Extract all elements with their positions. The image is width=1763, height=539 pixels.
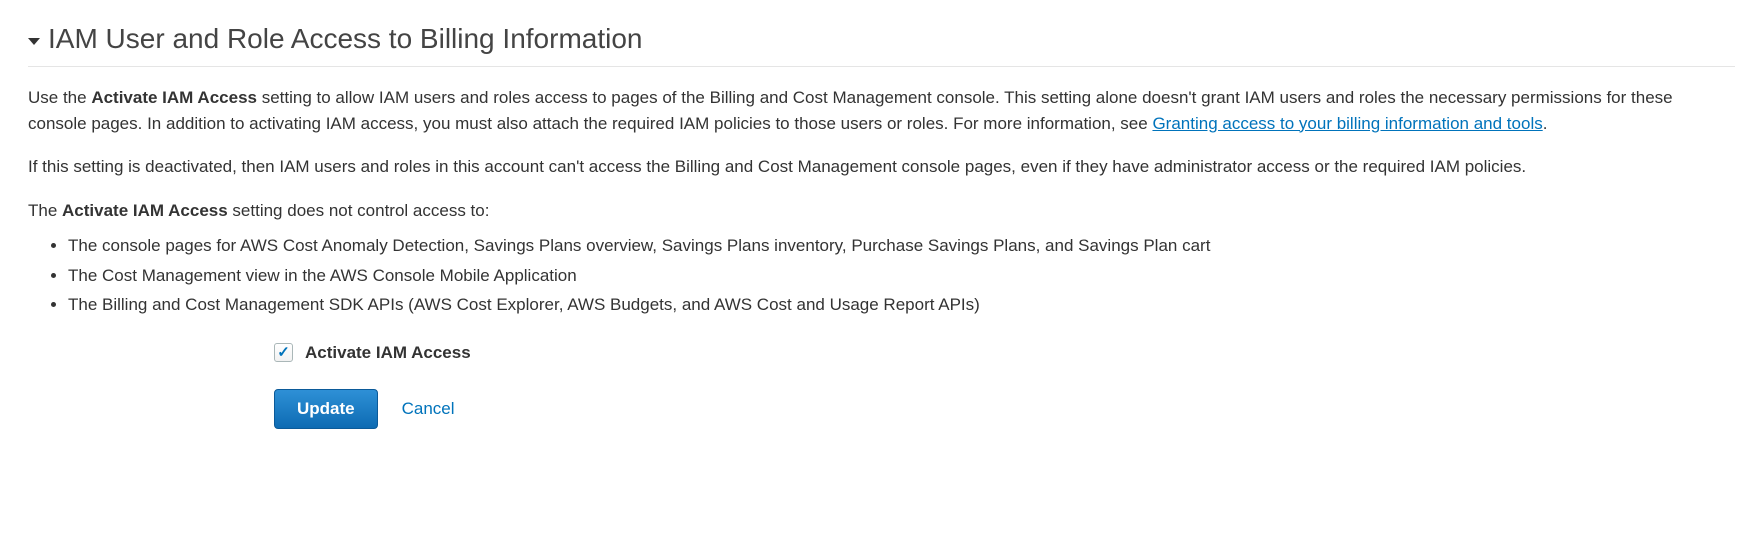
description-paragraph-2: If this setting is deactivated, then IAM… <box>28 154 1735 180</box>
list-item: The Cost Management view in the AWS Cons… <box>68 263 1735 289</box>
update-button[interactable]: Update <box>274 389 378 429</box>
text-segment: . <box>1543 114 1548 133</box>
text-segment: Use the <box>28 88 91 107</box>
button-row: Update Cancel <box>274 389 1735 429</box>
check-icon: ✓ <box>277 345 290 360</box>
cancel-link[interactable]: Cancel <box>402 396 455 422</box>
text-segment: The <box>28 201 62 220</box>
bold-text: Activate IAM Access <box>91 88 257 107</box>
billing-info-link[interactable]: Granting access to your billing informat… <box>1152 114 1542 133</box>
caret-down-icon <box>28 38 40 45</box>
section-title: IAM User and Role Access to Billing Info… <box>48 18 642 60</box>
description-paragraph-3: The Activate IAM Access setting does not… <box>28 198 1735 224</box>
list-item: The console pages for AWS Cost Anomaly D… <box>68 233 1735 259</box>
exclusions-list: The console pages for AWS Cost Anomaly D… <box>28 233 1735 318</box>
checkbox-row: ✓ Activate IAM Access <box>274 340 1735 366</box>
activate-iam-access-checkbox[interactable]: ✓ <box>274 343 293 362</box>
section-header[interactable]: IAM User and Role Access to Billing Info… <box>28 18 1735 67</box>
text-segment: setting does not control access to: <box>228 201 490 220</box>
checkbox-label[interactable]: Activate IAM Access <box>305 340 471 366</box>
list-item: The Billing and Cost Management SDK APIs… <box>68 292 1735 318</box>
form-area: ✓ Activate IAM Access Update Cancel <box>28 340 1735 430</box>
description-paragraph-1: Use the Activate IAM Access setting to a… <box>28 85 1735 136</box>
bold-text: Activate IAM Access <box>62 201 228 220</box>
